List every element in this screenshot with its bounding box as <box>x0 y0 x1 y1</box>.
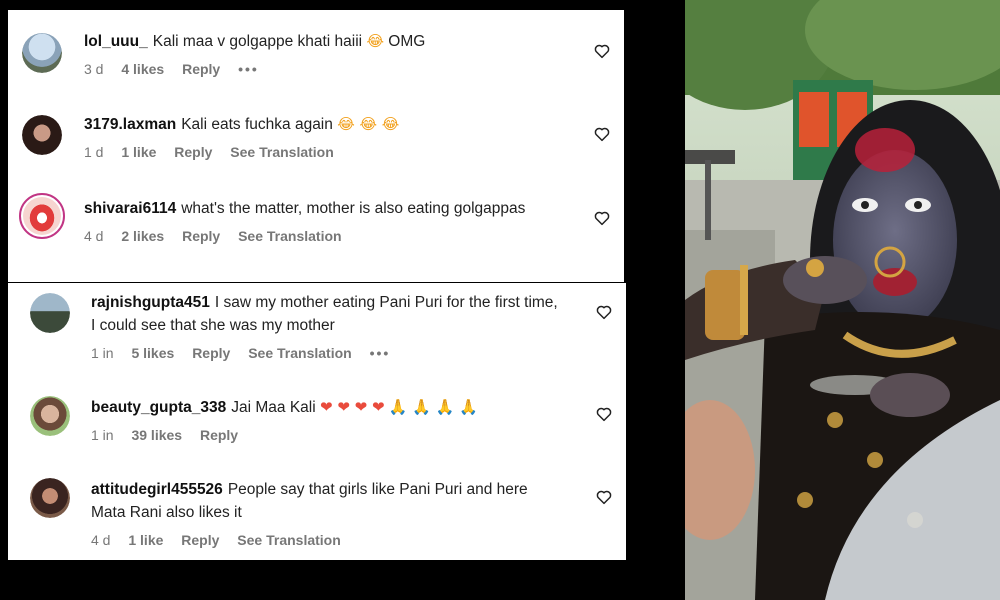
heart-outline-icon[interactable] <box>593 209 611 227</box>
comment-message: Kali maa v golgappe khati haiii <box>152 33 363 50</box>
username[interactable]: rajnishgupta451 <box>91 294 210 311</box>
heart-outline-icon[interactable] <box>595 303 613 321</box>
heart-outline-icon[interactable] <box>593 125 611 143</box>
comment-time: 1 d <box>84 144 104 160</box>
laughing-emoji-icon: 😂 <box>366 32 384 50</box>
comment-time: 1 in <box>91 427 114 443</box>
avatar[interactable] <box>22 115 62 155</box>
video-frame-photo <box>685 0 1000 600</box>
comment-meta: 1 d 1 like Reply See Translation <box>84 144 564 160</box>
comment-time: 1 in <box>91 345 114 361</box>
comment-body: rajnishgupta451 I saw my mother eating Pa… <box>91 291 566 361</box>
username[interactable]: beauty_gupta_338 <box>91 399 226 416</box>
avatar[interactable] <box>30 293 70 333</box>
reply-button[interactable]: Reply <box>174 144 212 160</box>
username[interactable]: lol_uuu_ <box>84 33 148 50</box>
avatar[interactable] <box>30 478 70 518</box>
reply-button[interactable]: Reply <box>182 228 220 244</box>
heart-outline-icon[interactable] <box>593 42 611 60</box>
reply-button[interactable]: Reply <box>192 345 230 361</box>
see-translation-link[interactable]: See Translation <box>248 345 351 361</box>
see-translation-link[interactable]: See Translation <box>230 144 333 160</box>
comment-message: Kali eats fuchka again <box>181 116 333 133</box>
comment-time: 3 d <box>84 61 104 77</box>
reply-button[interactable]: Reply <box>182 61 220 77</box>
heart-outline-icon[interactable] <box>595 488 613 506</box>
comment-text: shivarai6114 what's the matter, mother is… <box>84 197 564 220</box>
more-dots-icon[interactable]: ••• <box>238 61 259 77</box>
comment-text: lol_uuu_ Kali maa v golgappe khati haiii … <box>84 30 564 53</box>
comments-panel-top: lol_uuu_ Kali maa v golgappe khati haiii … <box>8 10 624 282</box>
comment-meta: 3 d 4 likes Reply ••• <box>84 61 564 77</box>
likes-count[interactable]: 1 like <box>128 532 163 548</box>
likes-count[interactable]: 2 likes <box>121 228 164 244</box>
reply-button[interactable]: Reply <box>200 427 238 443</box>
comment-text: beauty_gupta_338 Jai Maa Kali ❤ ❤ ❤ ❤ 🙏 🙏… <box>91 396 566 419</box>
comment-meta: 4 d 1 like Reply See Translation <box>91 532 566 548</box>
comment-message: what's the matter, mother is also eating… <box>181 200 526 217</box>
comment-body: 3179.laxman Kali eats fuchka again 😂 😂 😂 … <box>84 113 564 160</box>
comment-text: 3179.laxman Kali eats fuchka again 😂 😂 😂 <box>84 113 564 136</box>
heart-outline-icon[interactable] <box>595 405 613 423</box>
comment-body: beauty_gupta_338 Jai Maa Kali ❤ ❤ ❤ ❤ 🙏 🙏… <box>91 396 566 443</box>
see-translation-link[interactable]: See Translation <box>238 228 341 244</box>
laughing-emoji-icon: 😂 😂 😂 <box>337 115 400 133</box>
username[interactable]: 3179.laxman <box>84 116 176 133</box>
comments-panel-bottom: rajnishgupta451 I saw my mother eating Pa… <box>8 283 626 560</box>
username[interactable]: attitudegirl455526 <box>91 481 223 498</box>
likes-count[interactable]: 1 like <box>121 144 156 160</box>
avatar[interactable] <box>22 33 62 73</box>
comment-time: 4 d <box>91 532 111 548</box>
comment-body: shivarai6114 what's the matter, mother is… <box>84 197 564 244</box>
see-translation-link[interactable]: See Translation <box>237 532 340 548</box>
person-eating-pani-puri-image <box>685 0 1000 600</box>
likes-count[interactable]: 5 likes <box>131 345 174 361</box>
more-dots-icon[interactable]: ••• <box>370 345 391 361</box>
comment-body: lol_uuu_ Kali maa v golgappe khati haiii … <box>84 30 564 77</box>
comment-meta: 1 in 39 likes Reply <box>91 427 566 443</box>
comment-meta: 4 d 2 likes Reply See Translation <box>84 228 564 244</box>
avatar[interactable] <box>30 396 70 436</box>
comment-message: Jai Maa Kali <box>231 399 316 416</box>
comment-meta: 1 in 5 likes Reply See Translation ••• <box>91 345 566 361</box>
avatar-story-ring[interactable] <box>19 193 65 239</box>
username[interactable]: shivarai6114 <box>84 200 176 217</box>
comment-text: rajnishgupta451 I saw my mother eating Pa… <box>91 291 566 337</box>
likes-count[interactable]: 4 likes <box>121 61 164 77</box>
comment-message-end: OMG <box>383 33 426 50</box>
reply-button[interactable]: Reply <box>181 532 219 548</box>
comment-body: attitudegirl455526 People say that girls … <box>91 478 566 548</box>
comment-time: 4 d <box>84 228 104 244</box>
folded-hands-emoji-icon: 🙏 🙏 🙏 🙏 <box>388 398 478 416</box>
comment-text: attitudegirl455526 People say that girls … <box>91 478 566 524</box>
red-heart-emoji-icon: ❤ ❤ ❤ ❤ <box>320 398 385 416</box>
likes-count[interactable]: 39 likes <box>131 427 182 443</box>
